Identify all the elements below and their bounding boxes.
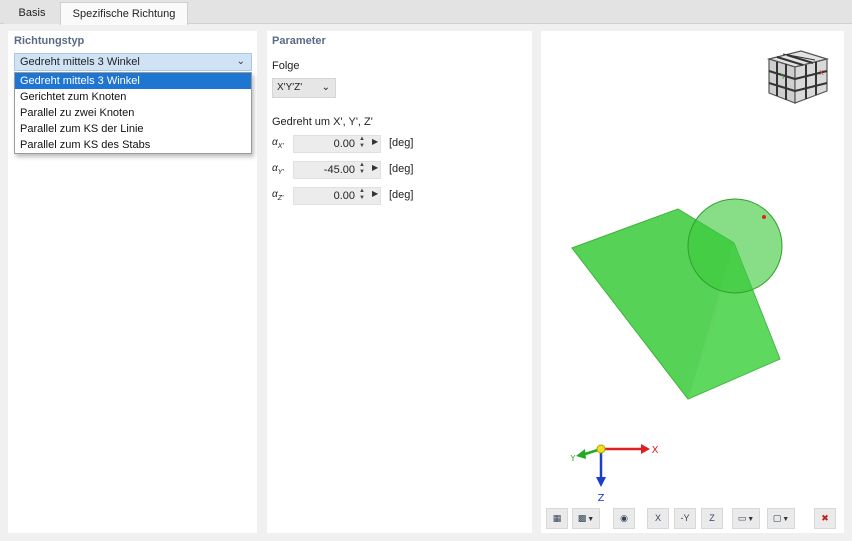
alpha-y-row: αY' -45.00 ▲ ▼ ▶ [deg] — [272, 161, 422, 179]
svg-text:Y: Y — [780, 73, 786, 81]
axis-y-label: Y — [570, 454, 576, 463]
view-minus-y-icon: -Y — [680, 513, 690, 523]
play-icon[interactable]: ▶ — [372, 137, 378, 146]
option-parallel-zum-ks-der-linie[interactable]: Parallel zum KS der Linie — [15, 121, 251, 137]
folge-label: Folge — [272, 60, 300, 72]
direction-type-panel: Richtungstyp Gedreht mittels 3 Winkel ⌄ … — [8, 31, 257, 533]
direction-type-dropdown: Gedreht mittels 3 Winkel Gerichtet zum K… — [14, 72, 252, 154]
axis-z-label: Z — [598, 493, 605, 504]
reset-view-icon[interactable]: ✖ — [814, 508, 836, 529]
folge-select[interactable]: X'Y'Z' ⌄ — [272, 78, 336, 98]
view-x-button[interactable]: X — [647, 508, 669, 529]
spinner-icon[interactable]: ▲ ▼ — [359, 136, 365, 150]
visibility-icon[interactable]: ◉ — [613, 508, 635, 529]
axis-x-label: X — [652, 445, 659, 456]
option-gerichtet-zum-knoten[interactable]: Gerichtet zum Knoten — [15, 89, 251, 105]
option-parallel-zum-ks-des-stabs[interactable]: Parallel zum KS des Stabs — [15, 137, 251, 153]
play-icon[interactable]: ▶ — [372, 163, 378, 172]
tab-bar: Basis Spezifische Richtung — [0, 0, 852, 25]
direction-type-value: Gedreht mittels 3 Winkel — [20, 56, 140, 68]
view-minus-y-button[interactable]: -Y — [674, 508, 696, 529]
view-x-icon: X — [654, 513, 661, 523]
folge-value: X'Y'Z' — [277, 82, 303, 93]
direction-3d-preview[interactable] — [566, 191, 796, 411]
alpha-x-row: αX' 0.00 ▲ ▼ ▶ [deg] — [272, 135, 422, 153]
rotated-label: Gedreht um X', Y', Z' — [272, 116, 373, 128]
parameter-title: Parameter — [272, 35, 326, 47]
direction-type-title: Richtungstyp — [14, 35, 85, 47]
chevron-down-icon: ⌄ — [321, 82, 330, 93]
alpha-x-input[interactable]: 0.00 — [293, 135, 381, 153]
alpha-z-unit: [deg] — [389, 189, 414, 201]
spinner-icon[interactable]: ▲ ▼ — [359, 188, 365, 202]
tab-spezifische-richtung[interactable]: Spezifische Richtung — [60, 2, 188, 25]
option-parallel-zu-zwei-knoten[interactable]: Parallel zu zwei Knoten — [15, 105, 251, 121]
alpha-y-input[interactable]: -45.00 — [293, 161, 381, 179]
option-gedreht-mittels-3-winkel[interactable]: Gedreht mittels 3 Winkel — [15, 73, 251, 89]
view-cube-icon[interactable]: Y X — [761, 45, 831, 107]
axis-indicator-icon: X Y Z — [570, 444, 659, 504]
spinner-icon[interactable]: ▲ ▼ — [359, 162, 365, 176]
view-iso-icon[interactable]: ▭▼ — [732, 508, 760, 529]
alpha-y-unit: [deg] — [389, 163, 414, 175]
tab-basis[interactable]: Basis — [4, 2, 60, 24]
view-z-button[interactable]: Z — [701, 508, 723, 529]
view-cube-menu-icon[interactable]: ▢▼ — [767, 508, 795, 529]
viewer-panel: Y X X Y Z ▦ ▩▼ ◉ X -Y Z ▭▼ ▢▼ ✖ — [541, 31, 844, 533]
direction-type-select[interactable]: Gedreht mittels 3 Winkel ⌄ — [14, 53, 252, 71]
alpha-z-row: αZ' 0.00 ▲ ▼ ▶ [deg] — [272, 187, 422, 205]
alpha-x-unit: [deg] — [389, 137, 414, 149]
display-options-icon[interactable]: ▦ — [546, 508, 568, 529]
chevron-down-icon: ⌄ — [236, 56, 245, 67]
alpha-x-symbol: αX' — [272, 137, 284, 150]
svg-text:X: X — [819, 69, 824, 77]
render-mode-icon[interactable]: ▩▼ — [572, 508, 600, 529]
alpha-z-input[interactable]: 0.00 — [293, 187, 381, 205]
view-z-icon: Z — [709, 513, 715, 523]
viewer-toolbar: ▦ ▩▼ ◉ X -Y Z ▭▼ ▢▼ ✖ — [546, 508, 841, 530]
alpha-y-symbol: αY' — [272, 163, 284, 176]
play-icon[interactable]: ▶ — [372, 189, 378, 198]
parameter-panel: Parameter Folge X'Y'Z' ⌄ Gedreht um X', … — [267, 31, 532, 533]
alpha-z-symbol: αZ' — [272, 189, 284, 202]
